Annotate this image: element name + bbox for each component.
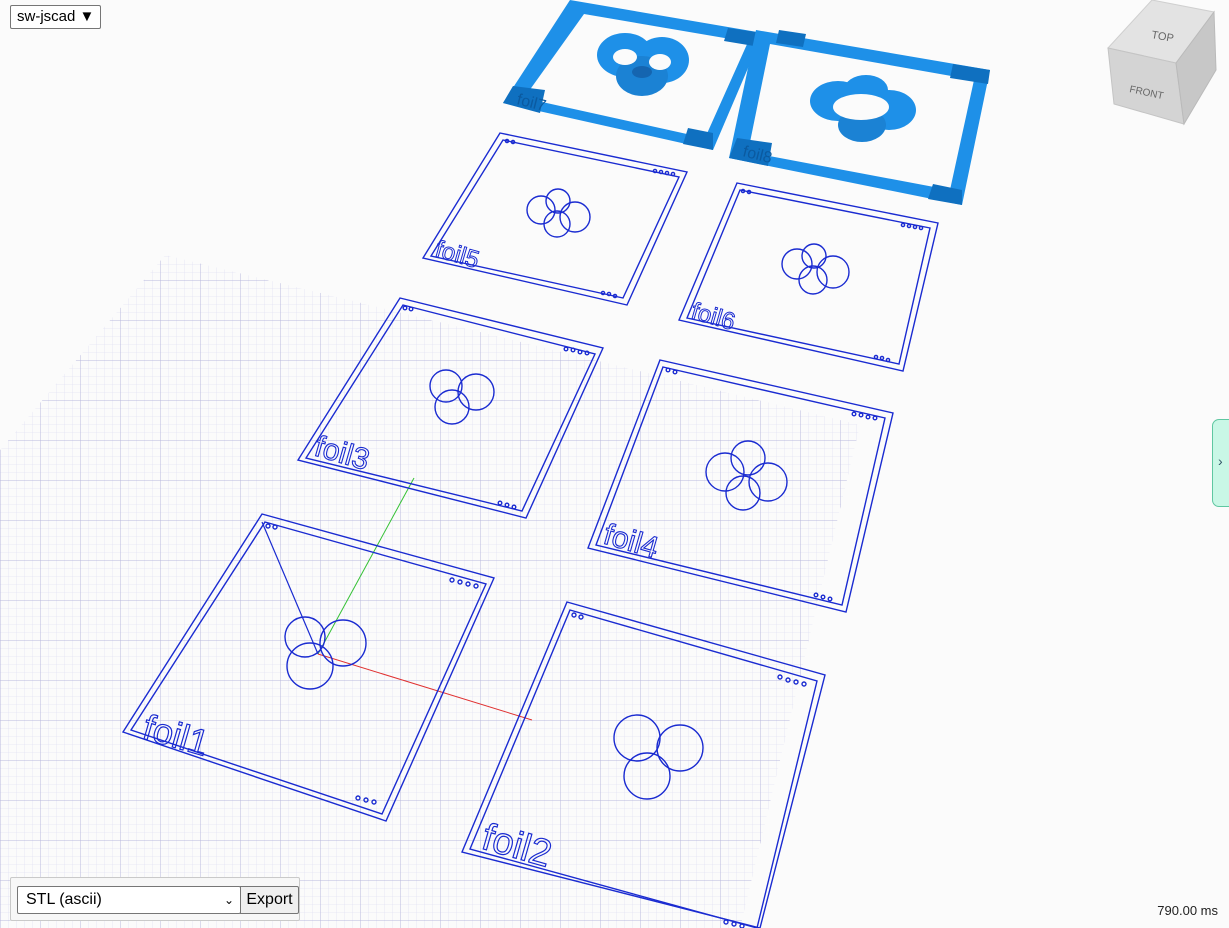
view-navigation-cube[interactable]: TOP FRONT: [1107, 0, 1217, 126]
export-format-value: STL (ascii): [26, 891, 102, 908]
side-panel-toggle[interactable]: ›: [1212, 419, 1229, 507]
render-time-readout: 790.00 ms: [1157, 903, 1218, 918]
build-plate-grid: [0, 255, 860, 928]
app-menu-select[interactable]: sw-jscad ▼: [10, 5, 102, 29]
foil-label: foil5: [432, 236, 482, 274]
chevron-down-icon: ⌄: [223, 893, 234, 907]
chevron-right-icon: ›: [1218, 453, 1223, 469]
foil-6-outline[interactable]: foil6: [678, 182, 939, 372]
export-panel: STL (ascii) ⌄ Export: [10, 877, 300, 921]
3d-viewport[interactable]: foil1 foil2 foil3 foil4 foil5 foil6 foil…: [0, 0, 1229, 928]
foil-label: foil6: [688, 298, 738, 336]
clover-shape: [781, 243, 850, 295]
app-menu-label: sw-jscad ▼: [17, 8, 95, 25]
export-button[interactable]: Export: [240, 886, 299, 914]
foil-8-frame[interactable]: foil8: [729, 30, 990, 205]
foil-5-outline[interactable]: foil5: [421, 132, 688, 306]
foil-7-frame[interactable]: foil7: [503, 0, 763, 150]
clover-shape: [526, 188, 591, 238]
export-format-select[interactable]: STL (ascii) ⌄: [17, 886, 241, 914]
